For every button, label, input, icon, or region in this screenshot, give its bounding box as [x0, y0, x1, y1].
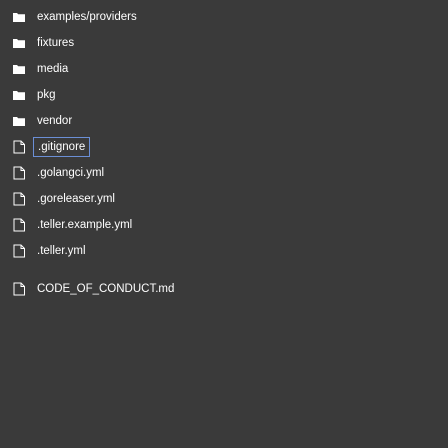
- file-icon: [12, 192, 26, 206]
- folder-item-fixtures[interactable]: fixtures: [12, 30, 74, 56]
- folder-item-media[interactable]: media: [12, 56, 68, 82]
- file-item-goreleaser[interactable]: .goreleaser.yml: [12, 186, 115, 212]
- folder-label: vendor: [37, 115, 73, 127]
- file-label: .golangci.yml: [37, 167, 105, 179]
- file-icon: [12, 282, 26, 296]
- folder-label: media: [37, 63, 69, 75]
- folder-label: examples/providers: [37, 11, 137, 23]
- file-label: .gitignore: [33, 137, 91, 157]
- file-icon: [12, 244, 26, 258]
- file-icon: [12, 218, 26, 232]
- folder-icon: [12, 36, 26, 50]
- folder-label: fixtures: [37, 37, 75, 49]
- folder-label: pkg: [37, 89, 56, 101]
- file-tree: examples/providers fixtures media pkg ve…: [0, 0, 448, 448]
- file-item-teller[interactable]: .teller.yml: [12, 238, 86, 264]
- folder-item-examples-providers[interactable]: examples/providers: [12, 4, 137, 30]
- file-label: .teller.yml: [37, 245, 86, 257]
- folder-icon: [12, 88, 26, 102]
- folder-item-vendor[interactable]: vendor: [12, 108, 72, 134]
- folder-icon: [12, 10, 26, 24]
- folder-icon: [12, 62, 26, 76]
- folder-icon: [12, 114, 26, 128]
- file-item-golangci[interactable]: .golangci.yml: [12, 160, 104, 186]
- file-label: .teller.example.yml: [37, 219, 133, 231]
- file-label: CODE_OF_CONDUCT.md: [37, 283, 175, 295]
- file-item-code-of-conduct[interactable]: CODE_OF_CONDUCT.md: [12, 276, 174, 302]
- file-item-gitignore[interactable]: .gitignore: [12, 134, 91, 160]
- file-icon: [12, 166, 26, 180]
- folder-item-pkg[interactable]: pkg: [12, 82, 56, 108]
- file-item-teller-example[interactable]: .teller.example.yml: [12, 212, 132, 238]
- file-label: .goreleaser.yml: [37, 193, 115, 205]
- file-icon: [12, 140, 26, 154]
